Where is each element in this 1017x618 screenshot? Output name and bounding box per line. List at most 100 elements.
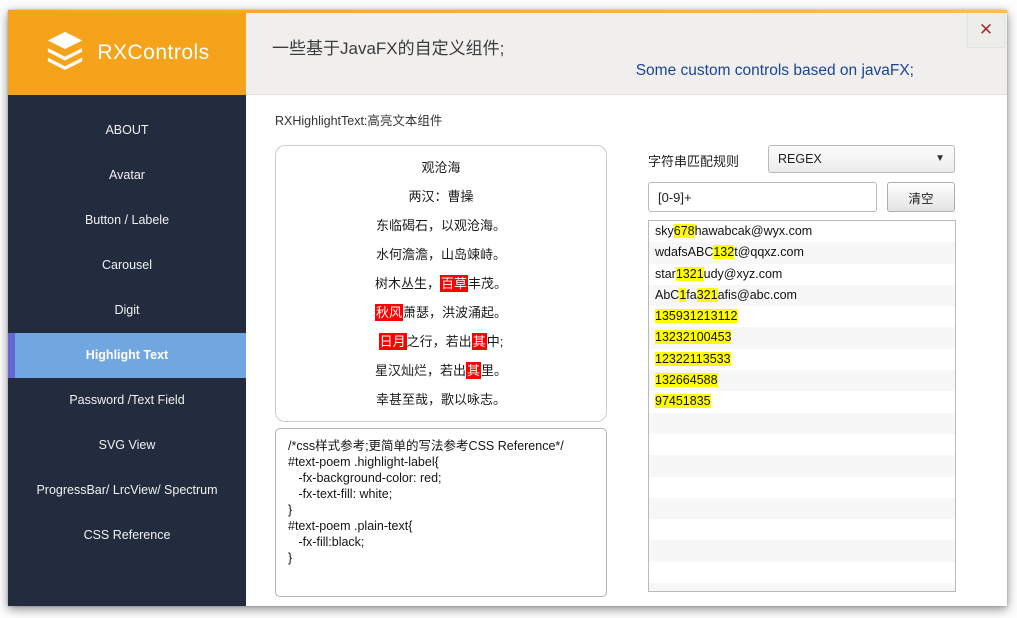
poem-highlight-label: 秋风: [375, 304, 403, 321]
match-result-row[interactable]: sky678hawabcak@wyx.com: [649, 221, 955, 242]
code-line: }: [288, 502, 600, 518]
poem-line: 幸甚至哉，歌以咏志。: [276, 385, 606, 414]
empty-list-row[interactable]: [649, 519, 955, 540]
sidebar-item-highlight-text[interactable]: Highlight Text: [8, 333, 246, 378]
code-line: #text-poem .plain-text{: [288, 518, 600, 534]
poem-plain-text: 水何澹澹，山岛竦峙。: [376, 247, 506, 262]
poem-line: 观沧海: [276, 153, 606, 182]
app-title: RXControls: [97, 41, 209, 65]
code-line: -fx-background-color: red;: [288, 470, 600, 486]
poem-plain-text: 里。: [481, 363, 507, 378]
match-result-row[interactable]: wdafsABC132t@qqxz.com: [649, 242, 955, 263]
code-line: #text-poem .highlight-label{: [288, 454, 600, 470]
app-logo: RXControls: [8, 10, 246, 95]
empty-list-row[interactable]: [649, 413, 955, 434]
match-highlight: 13232100453: [655, 330, 731, 344]
close-icon: ✕: [979, 20, 993, 40]
code-line: /*css样式参考;更简单的写法参考CSS Reference*/: [288, 438, 600, 454]
highlight-text-demo: 观沧海两汉：曹操东临碣石，以观沧海。水何澹澹，山岛竦峙。树木丛生，百草丰茂。秋风…: [275, 145, 607, 422]
poem-plain-text: 两汉：曹操: [408, 189, 473, 204]
match-result-row[interactable]: AbC1fa321afis@abc.com: [649, 285, 955, 306]
poem-line: 树木丛生，百草丰茂。: [276, 269, 606, 298]
sidebar-item-progressbar-lrcview-spectrum[interactable]: ProgressBar/ LrcView/ Spectrum: [8, 468, 246, 513]
match-plain-text: t@qqxz.com: [734, 245, 804, 259]
empty-list-row[interactable]: [649, 540, 955, 561]
match-plain-text: udy@xyz.com: [704, 267, 783, 281]
empty-list-row[interactable]: [649, 583, 955, 592]
match-plain-text: wdafsABC: [655, 245, 713, 259]
match-result-row[interactable]: 135931213112: [649, 306, 955, 327]
titlebar: 一些基于JavaFX的自定义组件; Some custom controls b…: [246, 10, 1007, 95]
poem-highlight-label: 其: [466, 362, 481, 379]
poem-plain-text: 东临碣石，以观沧海。: [376, 218, 506, 233]
app-window: RXControls ABOUTAvatarButton / LabeleCar…: [8, 10, 1007, 606]
header-subtitle: Some custom controls based on javaFX;: [636, 62, 914, 80]
chevron-down-icon: ▼: [935, 146, 945, 172]
sidebar-item-password-text-field[interactable]: Password /Text Field: [8, 378, 246, 423]
match-result-row[interactable]: 97451835: [649, 391, 955, 412]
poem-line: 日月之行，若出其中;: [276, 327, 606, 356]
css-code-sample: /*css样式参考;更简单的写法参考CSS Reference*/#text-p…: [275, 428, 607, 597]
sidebar-item-digit[interactable]: Digit: [8, 288, 246, 333]
match-result-row[interactable]: 13232100453: [649, 327, 955, 348]
match-rule-label: 字符串匹配规则: [648, 151, 739, 170]
empty-list-row[interactable]: [649, 498, 955, 519]
sidebar-item-css-reference[interactable]: CSS Reference: [8, 513, 246, 558]
poem-highlight-label: 其: [472, 333, 487, 350]
poem-highlight-label: 日月: [379, 333, 407, 350]
sidebar: RXControls ABOUTAvatarButton / LabeleCar…: [8, 10, 246, 606]
match-result-list: sky678hawabcak@wyx.comwdafsABC132t@qqxz.…: [648, 220, 956, 592]
match-result-row[interactable]: star1321udy@xyz.com: [649, 264, 955, 285]
pattern-input[interactable]: [648, 182, 877, 212]
clear-button[interactable]: 清空: [887, 182, 955, 212]
poem-plain-text: 萧瑟，洪波涌起。: [403, 305, 507, 320]
code-line: -fx-text-fill: white;: [288, 486, 600, 502]
poem-plain-text: 中;: [487, 334, 504, 349]
poem-highlight-label: 百草: [440, 275, 468, 292]
code-line: -fx-fill:black;: [288, 534, 600, 550]
match-plain-text: sky: [655, 224, 674, 238]
poem-plain-text: 树木丛生，: [375, 276, 440, 291]
poem-plain-text: 幸甚至哉，歌以咏志。: [376, 392, 506, 407]
poem-line: 两汉：曹操: [276, 182, 606, 211]
match-highlight: 135931213112: [655, 309, 738, 323]
match-plain-text: AbC: [655, 288, 679, 302]
poem-line: 水何澹澹，山岛竦峙。: [276, 240, 606, 269]
sidebar-item-button-labele[interactable]: Button / Labele: [8, 198, 246, 243]
empty-list-row[interactable]: [649, 434, 955, 455]
sidebar-item-avatar[interactable]: Avatar: [8, 153, 246, 198]
match-result-row[interactable]: 12322113533: [649, 349, 955, 370]
poem-plain-text: 之行，若出: [407, 334, 472, 349]
match-highlight: 1321: [676, 267, 704, 281]
empty-list-row[interactable]: [649, 477, 955, 498]
match-highlight: 12322113533: [655, 352, 731, 366]
empty-list-row[interactable]: [649, 562, 955, 583]
main-content: RXHighlightText:高亮文本组件 观沧海两汉：曹操东临碣石，以观沧海…: [246, 95, 1007, 606]
match-rule-value: REGEX: [778, 152, 822, 166]
poem-line: 星汉灿烂，若出其里。: [276, 356, 606, 385]
match-highlight: 678: [674, 224, 695, 238]
window-top-accent: [8, 10, 1007, 13]
empty-list-row[interactable]: [649, 455, 955, 476]
poem-plain-text: 丰茂。: [468, 276, 507, 291]
header-title: 一些基于JavaFX的自定义组件;: [272, 34, 504, 59]
section-title: RXHighlightText:高亮文本组件: [275, 110, 442, 129]
poem-plain-text: 星汉灿烂，若出: [375, 363, 466, 378]
close-button[interactable]: ✕: [967, 12, 1005, 48]
match-plain-text: afis@abc.com: [718, 288, 797, 302]
poem-plain-text: 观沧海: [421, 160, 460, 175]
match-highlight: 321: [697, 288, 718, 302]
sidebar-nav: ABOUTAvatarButton / LabeleCarouselDigitH…: [8, 108, 246, 558]
poem-line: 东临碣石，以观沧海。: [276, 211, 606, 240]
poem-line: 秋风萧瑟，洪波涌起。: [276, 298, 606, 327]
sidebar-item-about[interactable]: ABOUT: [8, 108, 246, 153]
sidebar-item-carousel[interactable]: Carousel: [8, 243, 246, 288]
match-plain-text: hawabcak@wyx.com: [695, 224, 813, 238]
match-rule-select[interactable]: REGEX ▼: [768, 145, 955, 173]
match-highlight: 132664588: [655, 373, 718, 387]
match-highlight: 132: [713, 245, 734, 259]
sidebar-item-svg-view[interactable]: SVG View: [8, 423, 246, 468]
match-result-row[interactable]: 132664588: [649, 370, 955, 391]
layers-icon: [44, 30, 86, 75]
code-line: }: [288, 550, 600, 566]
